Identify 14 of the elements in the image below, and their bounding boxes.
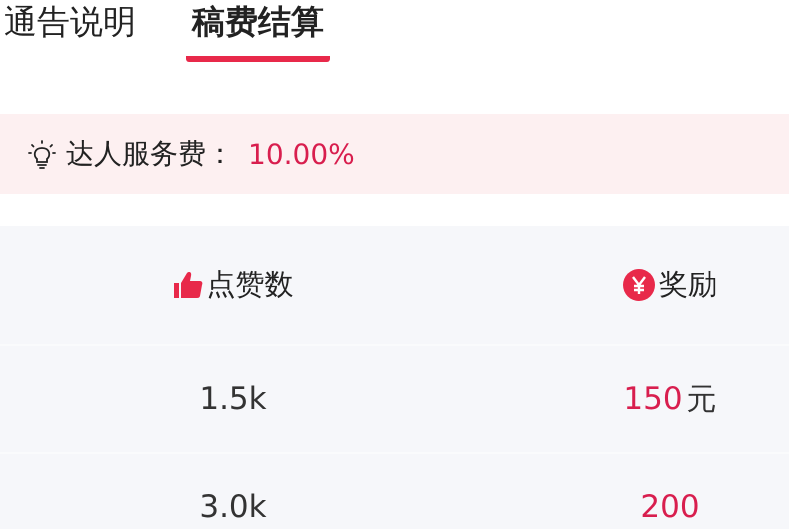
lightbulb-icon (28, 139, 56, 169)
table-cell: 3.0k (199, 489, 267, 525)
column-header: 奖励 (659, 266, 717, 303)
column-header: 点赞数 (206, 266, 294, 303)
yen-icon (623, 269, 655, 301)
reward-amount: 200 (640, 489, 700, 525)
reward-unit: 元 (686, 380, 717, 418)
tab[interactable]: 稿费结算 (186, 0, 330, 62)
service-fee-value: 10.00% (248, 138, 355, 170)
reward-amount: 150 (623, 381, 683, 417)
tab[interactable]: 通告说明 (4, 0, 136, 62)
service-fee-label: 达人服务费： (66, 136, 234, 172)
table-cell: 1.5k (199, 381, 267, 417)
thumbs-up-icon (172, 271, 202, 299)
